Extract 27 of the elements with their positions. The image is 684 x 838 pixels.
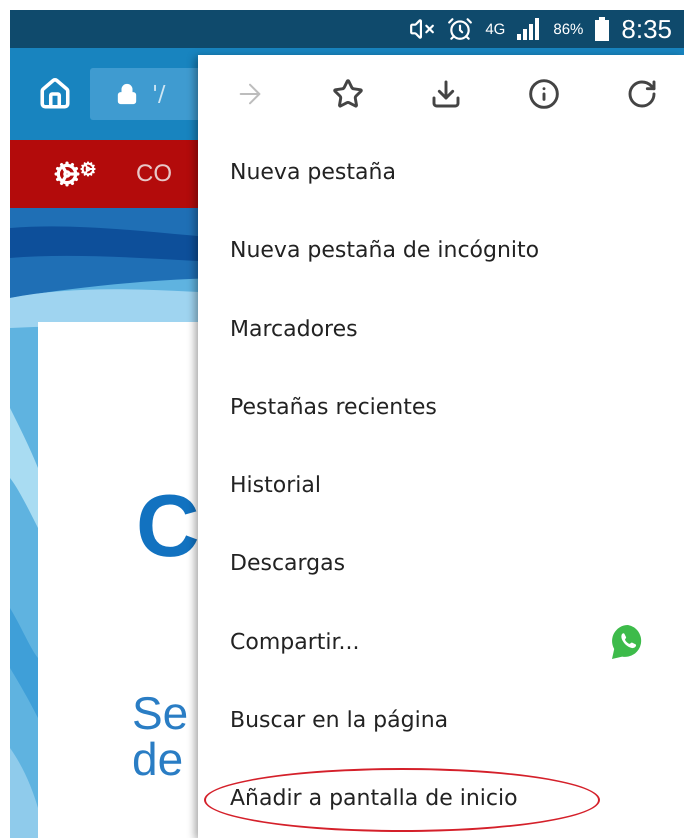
menu-item[interactable]: Historial — [198, 446, 684, 525]
page-subtitle: de — [132, 736, 184, 782]
network-type: 4G — [485, 20, 506, 38]
page-subtitle: Se — [132, 690, 188, 736]
page-heading: C — [136, 482, 200, 570]
menu-item[interactable]: Nueva pestaña — [198, 133, 684, 212]
clock-time: 8:35 — [621, 14, 672, 44]
nav-label[interactable]: CO — [136, 160, 172, 188]
gears-icon[interactable] — [54, 161, 96, 187]
reload-icon — [626, 78, 658, 110]
alarm-icon — [447, 16, 474, 42]
menu-item[interactable]: Compartir... — [198, 603, 684, 682]
signal-icon — [517, 18, 542, 40]
menu-item[interactable]: Buscar en la página — [198, 681, 684, 760]
menu-item[interactable]: Añadir a pantalla de inicio — [198, 760, 684, 838]
menu-item[interactable]: Pestañas recientes — [198, 368, 684, 447]
menu-item[interactable]: Descargas — [198, 524, 684, 604]
lock-icon — [116, 83, 138, 105]
download-icon — [430, 78, 462, 110]
star-icon — [332, 78, 364, 110]
info-icon — [528, 78, 560, 110]
menu-item[interactable]: Nueva pestaña de incógnito — [198, 212, 684, 290]
home-icon[interactable] — [38, 77, 72, 111]
battery-percent: 86% — [553, 20, 584, 38]
menu-item[interactable]: Marcadores — [198, 290, 684, 368]
battery-icon — [595, 17, 610, 41]
mute-icon — [409, 16, 436, 42]
